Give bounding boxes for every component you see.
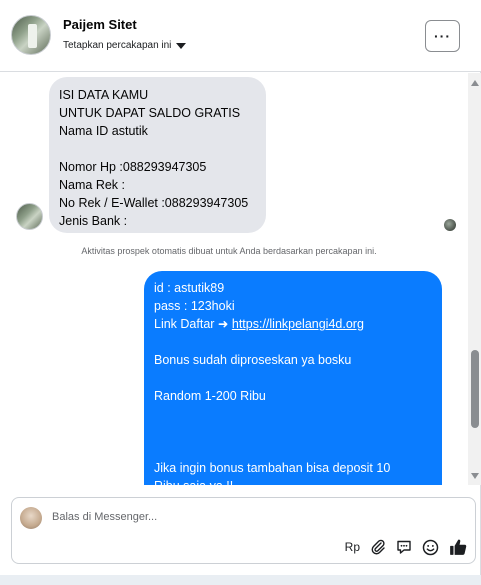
message-line: Link Daftar ➜ https://linkpelangi4d.org (154, 315, 432, 333)
like-button[interactable] (449, 538, 467, 556)
scroll-down-arrow-icon[interactable] (471, 473, 479, 479)
register-link[interactable]: https://linkpelangi4d.org (232, 317, 364, 331)
scroll-thumb[interactable] (471, 350, 479, 428)
like-icon (450, 539, 467, 555)
page-avatar (20, 507, 42, 529)
seen-indicator-avatar (444, 219, 456, 231)
composer-toolbar: Rp (345, 538, 467, 556)
emoji-button[interactable] (422, 538, 439, 556)
assign-conversation-dropdown[interactable]: Tetapkan percakapan ini (63, 40, 187, 51)
more-options-button[interactable]: ··· (425, 20, 460, 52)
sender-avatar (16, 203, 43, 230)
caret-down-icon (176, 42, 187, 49)
message-line: Jika ingin bonus tambahan bisa deposit 1… (154, 461, 391, 475)
message-line: Ribu saja ya !! (154, 477, 432, 485)
contact-avatar[interactable] (11, 15, 51, 55)
assign-conversation-label: Tetapkan percakapan ini (63, 40, 172, 51)
scroll-up-arrow-icon[interactable] (471, 80, 479, 86)
reply-composer[interactable]: Balas di Messenger... Rp (11, 497, 476, 564)
more-icon: ··· (434, 28, 451, 44)
link-prefix: Link Daftar ➜ (154, 317, 232, 331)
message-line: id : astutik89 (154, 281, 225, 295)
payment-button[interactable]: Rp (345, 538, 360, 556)
message-line: Random 1-200 Ribu (154, 389, 266, 403)
conversation-panel: Paijem Sitet Tetapkan percakapan ini ···… (0, 0, 481, 575)
message-line: Bonus sudah diproseskan ya bosku (154, 353, 352, 367)
message-list: ISI DATA KAMU UNTUK DAPAT SALDO GRATIS N… (0, 73, 468, 485)
contact-name[interactable]: Paijem Sitet (63, 17, 137, 32)
attach-icon (371, 539, 385, 555)
outgoing-message-bubble: id : astutik89 pass : 123hoki Link Dafta… (144, 271, 442, 485)
saved-replies-button[interactable] (396, 538, 412, 556)
incoming-message-bubble: ISI DATA KAMU UNTUK DAPAT SALDO GRATIS N… (49, 77, 266, 233)
attach-button[interactable] (370, 538, 386, 556)
system-notice: Aktivitas prospek otomatis dibuat untuk … (81, 246, 377, 256)
emoji-icon (422, 539, 439, 555)
conversation-header: Paijem Sitet Tetapkan percakapan ini ··· (0, 0, 481, 72)
page-background-strip (0, 575, 481, 585)
reply-input[interactable]: Balas di Messenger... (52, 511, 157, 523)
currency-label: Rp (344, 540, 360, 554)
message-scrollbar[interactable] (468, 73, 481, 485)
message-line: pass : 123hoki (154, 299, 235, 313)
saved-replies-icon (397, 540, 411, 554)
